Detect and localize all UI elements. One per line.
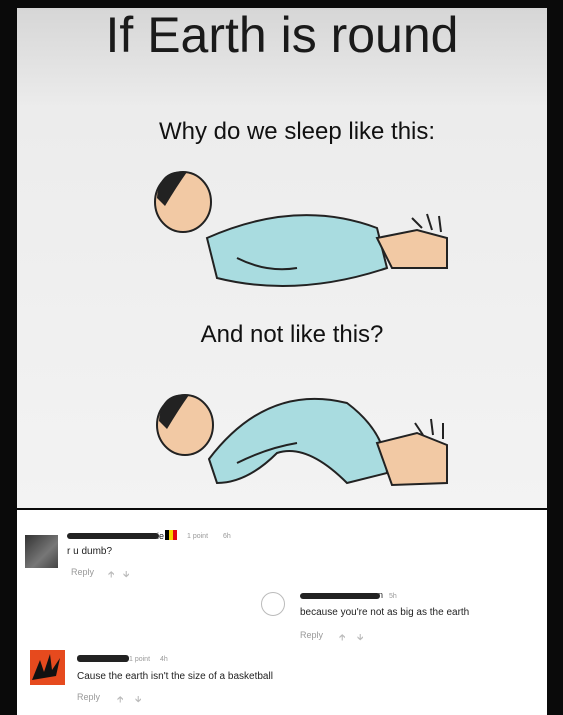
comment-text: r u dumb? — [67, 546, 113, 557]
username-suffix[interactable]: an — [373, 590, 383, 600]
redacted-username — [300, 593, 380, 599]
upvote-icon[interactable]: 🡱 — [108, 567, 114, 583]
flat-sleeper-illustration — [154, 171, 448, 287]
downvote-icon[interactable]: 🡳 — [357, 630, 363, 646]
meme-title: If Earth is round — [105, 8, 459, 63]
upvote-icon[interactable]: 🡱 — [117, 692, 123, 708]
username-suffix[interactable]: ie — [157, 531, 164, 541]
commenter-avatar[interactable] — [30, 650, 65, 685]
spiky-hair-icon — [32, 654, 60, 680]
reply-button[interactable]: Reply — [77, 692, 100, 702]
reply-button[interactable]: Reply — [300, 630, 323, 640]
downvote-icon[interactable]: 🡳 — [123, 567, 129, 583]
redacted-username — [77, 655, 129, 662]
default-avatar-icon[interactable] — [261, 592, 285, 616]
comment-age: 6h — [223, 533, 231, 540]
meme-question-two: And not like this? — [200, 321, 384, 348]
comment-age: 4h — [160, 656, 168, 663]
comment-text: Cause the earth isn't the size of a bask… — [77, 671, 273, 682]
flag-icon — [165, 530, 177, 540]
meme-question-one: Why do we sleep like this: — [158, 118, 436, 145]
curved-sleeper-illustration — [156, 394, 448, 487]
comment-points: 1 point — [129, 656, 151, 663]
meme-image: If Earth is round Why do we sleep like t… — [17, 8, 547, 508]
comment-age: 5h — [389, 593, 397, 600]
comment-text: because you're not as big as the earth — [300, 607, 470, 618]
comment-points: 1 point — [187, 533, 209, 540]
reply-button[interactable]: Reply — [71, 567, 94, 577]
commenter-avatar[interactable] — [25, 535, 58, 568]
upvote-icon[interactable]: 🡱 — [339, 630, 345, 646]
redacted-username — [67, 533, 159, 539]
comment-thread: ie 1 point 6h r u dumb? Reply 🡱 🡳 an 5h … — [17, 510, 547, 715]
downvote-icon[interactable]: 🡳 — [135, 692, 141, 708]
